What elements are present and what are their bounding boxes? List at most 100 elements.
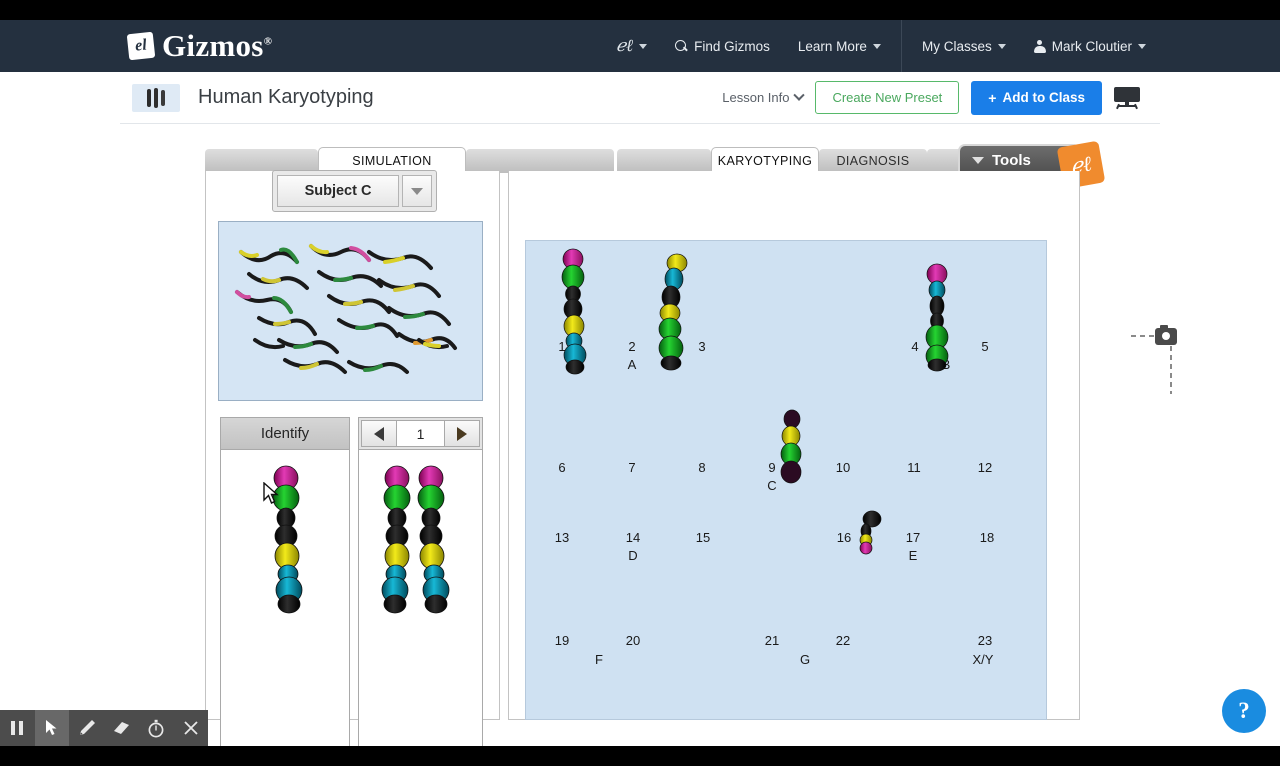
explorelearning-script-logo-icon: ℯℓ (615, 36, 634, 55)
highlighter-tool[interactable] (104, 710, 139, 746)
placed-chromosome-4[interactable] (920, 263, 956, 372)
camera-guide-vertical (1170, 346, 1172, 394)
pager-next-button[interactable] (444, 420, 480, 447)
placed-chromosome-9[interactable] (778, 409, 806, 487)
tools-label: Tools (992, 151, 1031, 169)
karyotype-slot-label: 20 (625, 633, 641, 648)
camera-icon[interactable] (1155, 325, 1177, 345)
karyotype-grid[interactable]: 12A34B56789C1011121314D151617E1819F2021G… (525, 240, 1047, 720)
karyotype-slot-label: 12 (977, 460, 993, 475)
timer-tool[interactable] (139, 710, 174, 746)
karyotype-slot-label: C (767, 478, 777, 493)
placed-chromosome-2[interactable] (650, 253, 692, 373)
nav-item-explorelearning[interactable]: ℯℓ (602, 20, 661, 72)
annotation-toolbar (0, 710, 208, 746)
karyotype-slot-label: 7 (628, 460, 636, 475)
karyotype-slot-label: 5 (981, 339, 989, 354)
brand-name-text: Gizmos (162, 28, 264, 63)
brand-registered-mark: ® (263, 35, 273, 48)
karyotype-slot-label: F (595, 652, 603, 667)
gizmos-logo-icon: el (126, 31, 156, 61)
karyotype-slot-label: D (628, 548, 638, 563)
nav-label-find-gizmos: Find Gizmos (694, 38, 770, 54)
close-toolbar-button[interactable] (173, 710, 208, 746)
identify-header: Identify (221, 418, 349, 450)
triangle-right-icon (457, 426, 467, 441)
karyotype-slot-label: G (799, 652, 811, 667)
tab-karyotyping[interactable]: KARYOTYPING (711, 147, 819, 173)
karyotype-slot-label: 8 (698, 460, 706, 475)
pause-icon (11, 721, 24, 735)
projector-icon[interactable] (1114, 86, 1140, 109)
help-button[interactable]: ? (1222, 689, 1266, 733)
pen-tool[interactable] (69, 710, 104, 746)
karyotype-slot-label: A (627, 357, 637, 372)
letterbox-top (0, 0, 1280, 20)
subject-select-arrow[interactable] (402, 175, 432, 207)
lesson-info-label: Lesson Info (722, 90, 790, 105)
karyotype-slot-label: 6 (558, 460, 566, 475)
create-new-preset-button[interactable]: Create New Preset (815, 81, 960, 114)
karyotype-slot-label: 2 (628, 339, 636, 354)
subject-select[interactable]: Subject C (272, 170, 437, 212)
brand-logo-group[interactable]: el Gizmos® (126, 28, 272, 64)
karyotype-slot-label: 13 (554, 530, 570, 545)
identify-panel: Identify (220, 417, 350, 766)
karyotype-slot-label: 11 (907, 460, 921, 475)
karyotype-slot-label: 18 (979, 530, 995, 545)
nav-item-learn-more[interactable]: Learn More (784, 20, 895, 72)
mini-chromosome (161, 89, 165, 106)
screen-root: el Gizmos® ℯℓ Find Gizmos Learn More My … (0, 0, 1280, 766)
top-nav-links: ℯℓ Find Gizmos Learn More My Classes Mar… (602, 20, 1160, 72)
nav-item-user-menu[interactable]: Mark Cloutier (1020, 20, 1160, 72)
karyotype-slot-label: 15 (695, 530, 711, 545)
nav-label-username: Mark Cloutier (1051, 38, 1132, 54)
pause-button[interactable] (0, 710, 35, 746)
cursor-tool[interactable] (34, 710, 70, 746)
gizmo-app-area: SIMULATION KARYOTYPING DIAGNOSIS Tools ℯ… (120, 124, 1177, 766)
pager-prev-button[interactable] (361, 420, 397, 447)
mini-chromosome (147, 88, 151, 107)
add-to-class-button[interactable]: + Add to Class (971, 80, 1102, 115)
placed-chromosome-1[interactable] (554, 247, 594, 375)
tab-spacer-right (617, 149, 711, 173)
chevron-down-icon (997, 43, 1006, 49)
pager-page-number: 1 (397, 420, 444, 447)
chromosome-pair-area[interactable] (359, 450, 482, 766)
karyotype-slot-label: 4 (911, 339, 919, 354)
camera-guide-horizontal (1131, 335, 1155, 337)
pair-pager: 1 (359, 418, 482, 450)
chevron-down-icon (972, 156, 984, 164)
chevron-down-icon (1138, 43, 1146, 49)
chevron-down-icon (639, 43, 648, 49)
timer-icon (148, 719, 164, 737)
triangle-left-icon (374, 426, 384, 441)
brand-name: Gizmos® (162, 28, 272, 64)
placed-chromosome-10[interactable] (856, 509, 886, 555)
chromosome-pair[interactable] (375, 464, 467, 614)
nav-label-learn-more: Learn More (797, 38, 867, 54)
karyotype-slot-label: 3 (698, 339, 706, 354)
chromosome-pair-panel: 1 (358, 417, 483, 766)
subject-select-value[interactable]: Subject C (277, 175, 399, 207)
pencil-icon (79, 720, 95, 735)
identify-chromosome-area[interactable] (221, 450, 349, 766)
nav-item-my-classes[interactable]: My Classes (908, 20, 1020, 72)
mini-chromosome (154, 87, 158, 108)
top-navigation-bar: el Gizmos® ℯℓ Find Gizmos Learn More My … (0, 20, 1280, 72)
chromosome-spread-canvas (235, 244, 457, 374)
karyotype-slot-label: 10 (835, 460, 851, 475)
karyotype-slot-label: 9 (768, 460, 776, 475)
karyotype-slot-label: 16 (836, 530, 852, 545)
chevron-down-icon (411, 187, 423, 195)
lesson-info-dropdown[interactable]: Lesson Info (722, 89, 806, 105)
tab-diagnosis[interactable]: DIAGNOSIS (819, 149, 927, 173)
chromosome-spread-view[interactable] (218, 221, 483, 401)
karyotype-slot-label: 19 (554, 633, 570, 648)
identify-chromosome[interactable] (265, 464, 309, 614)
karyotype-slot-label: E (908, 548, 918, 563)
close-icon (184, 721, 198, 735)
karyotype-slot-label: 23 (977, 633, 993, 648)
nav-item-find-gizmos[interactable]: Find Gizmos (661, 20, 784, 72)
eraser-icon (114, 722, 130, 734)
